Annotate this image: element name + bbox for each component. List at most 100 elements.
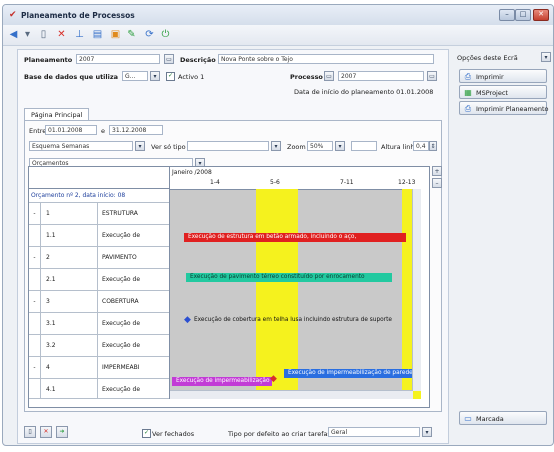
row-text: Execução de xyxy=(102,232,141,239)
esquema-dropdown[interactable]: ▾ xyxy=(135,141,145,151)
msproject-label: MSProject xyxy=(476,89,508,97)
processo-lookup-button[interactable]: ▭ xyxy=(324,71,334,81)
week-label: 5-6 xyxy=(270,179,280,186)
tools-icon[interactable]: ✎ xyxy=(125,28,138,41)
table-row[interactable]: 1.1 Execução de xyxy=(29,225,169,247)
activo-checkbox[interactable]: ✓ xyxy=(166,72,175,81)
ver-fechados-checkbox[interactable]: ✓ xyxy=(142,429,151,438)
dropdown-arrow-icon[interactable]: ▾ xyxy=(21,28,34,41)
gantt-bar[interactable]: Execução de pavimento térreo constituído… xyxy=(186,273,392,282)
chart-icon[interactable]: ⊥ xyxy=(73,28,86,41)
title-bar: ✔ Planeamento de Processos – □ ✕ xyxy=(3,5,553,25)
zoom-dropdown[interactable]: ▾ xyxy=(335,141,345,151)
altura-field[interactable]: 0,4 xyxy=(413,141,429,151)
window-title: Planeamento de Processos xyxy=(21,11,135,20)
tipo-defeito-label: Tipo por defeito ao criar tarefas: xyxy=(228,430,334,438)
zoom-select[interactable]: 50% xyxy=(307,141,333,151)
row-text: Execução de xyxy=(102,320,141,327)
base-dados-label: Base de dados que utiliza xyxy=(24,73,119,81)
confirm-row-icon[interactable]: ➜ xyxy=(56,426,68,438)
grid-add-button[interactable]: + xyxy=(432,166,442,176)
week-label: 1-4 xyxy=(210,179,220,186)
gantt-bar[interactable]: Execução de impermeabilização xyxy=(172,377,272,386)
delete-icon[interactable]: ✕ xyxy=(55,28,68,41)
processo-open-button[interactable]: ▭ xyxy=(427,71,437,81)
row-text: IMPERMEABI xyxy=(102,364,140,371)
folder-icon[interactable]: ▣ xyxy=(109,28,122,41)
table-row[interactable]: - 2 PAVIMENTO xyxy=(29,247,169,269)
zoom-stepper[interactable] xyxy=(351,141,377,151)
gantt-horizontal-scrollbar[interactable] xyxy=(170,390,413,399)
table-row[interactable]: - 1 ESTRUTURA xyxy=(29,203,169,225)
row-number: 1.1 xyxy=(40,225,98,246)
tipo-defeito-select[interactable]: Geral xyxy=(328,427,420,437)
refresh-icon[interactable]: ⟳ xyxy=(143,28,156,41)
base-dados-field[interactable]: G... xyxy=(122,71,148,81)
marcada-label: Marcada xyxy=(476,415,504,423)
ver-so-tipo-dropdown[interactable]: ▾ xyxy=(271,141,281,151)
table-row[interactable]: - 3 COBERTURA xyxy=(29,291,169,313)
row-text: Execução de xyxy=(102,386,141,393)
milestone-diamond-icon[interactable]: ◆ xyxy=(184,315,191,325)
new-row-icon[interactable]: ▯ xyxy=(24,426,36,438)
imprimir-planeamento-button[interactable]: ⎙ Imprimir Planeamento xyxy=(459,101,549,115)
gantt-chart[interactable]: Janeiro /2008 1-4 5-6 7-11 12-13 Execuçã… xyxy=(169,167,421,399)
table-row[interactable]: 4.1 Execução de xyxy=(29,379,169,399)
ver-so-tipo-label: Ver só tipo xyxy=(151,143,186,151)
planeamento-lookup-button[interactable]: ▭ xyxy=(164,54,174,64)
table-row[interactable]: 2.1 Execução de xyxy=(29,269,169,291)
imprimir-button[interactable]: ⎙ Imprimir xyxy=(459,69,547,83)
row-text: Execução de xyxy=(102,342,141,349)
descricao-field[interactable]: Nova Ponte sobre o Tejo xyxy=(218,54,434,64)
toolbar: ◀ ▾ ▯ ✕ ⊥ ▤ ▣ ✎ ⟳ ⏻ xyxy=(3,25,553,46)
delete-row-icon[interactable]: ✕ xyxy=(40,426,52,438)
milestone-diamond-icon[interactable]: ◆ xyxy=(270,374,277,384)
gantt-vertical-scrollbar[interactable] xyxy=(412,189,421,391)
main-panel: Planeamento 2007 ▭ Descrição Nova Ponte … xyxy=(17,49,449,444)
weekend-highlight xyxy=(256,189,298,399)
esquema-select[interactable]: Esquema Semanas xyxy=(29,141,133,151)
row-number: 2.1 xyxy=(40,269,98,290)
entre-to-field[interactable]: 31.12.2008 xyxy=(109,125,163,135)
project-icon: ▦ xyxy=(464,88,472,97)
planeamento-field[interactable]: 2007 xyxy=(76,54,160,64)
month-label: Janeiro /2008 xyxy=(172,169,212,176)
gantt-grid: Orçamento nº 2, data início: 08 - 1 ESTR… xyxy=(28,166,430,408)
base-dados-dropdown[interactable]: ▾ xyxy=(150,71,160,81)
table-icon[interactable]: ▤ xyxy=(91,28,104,41)
side-panel-dropdown[interactable]: ▾ xyxy=(541,52,551,62)
printer-icon: ⎙ xyxy=(464,104,472,113)
row-text: Execução de xyxy=(102,276,141,283)
row-number: 1 xyxy=(40,203,98,224)
entre-from-field[interactable]: 01.01.2008 xyxy=(45,125,97,135)
altura-stepper[interactable]: ⇕ xyxy=(429,141,437,151)
ver-so-tipo-select[interactable] xyxy=(187,141,269,151)
processo-field[interactable]: 2007 xyxy=(338,71,424,81)
minimize-button[interactable]: – xyxy=(499,9,515,21)
side-panel-title: Opções deste Ecrã xyxy=(457,54,518,62)
imprimir-planeamento-label: Imprimir Planeamento xyxy=(476,105,549,113)
close-button[interactable]: ✕ xyxy=(533,9,549,21)
exit-icon[interactable]: ⏻ xyxy=(159,28,172,41)
msproject-button[interactable]: ▦ MSProject xyxy=(459,85,547,99)
back-arrow-icon[interactable]: ◀ xyxy=(7,28,20,41)
gantt-bar[interactable]: Execução de impermeabilização de paredes xyxy=(284,369,421,378)
descricao-label: Descrição xyxy=(180,56,216,64)
row-number: 4 xyxy=(40,357,98,378)
ver-fechados-label: Ver fechados xyxy=(152,430,195,438)
grid-remove-button[interactable]: – xyxy=(432,178,442,188)
app-window: ✔ Planeamento de Processos – □ ✕ ◀ ▾ ▯ ✕… xyxy=(2,4,554,446)
table-row[interactable]: - 4 IMPERMEABI xyxy=(29,357,169,379)
row-number: 2 xyxy=(40,247,98,268)
printer-icon: ⎙ xyxy=(464,72,472,81)
data-inicio-text: Data de início do planeamento 01.01.2008 xyxy=(294,88,434,96)
maximize-button[interactable]: □ xyxy=(515,9,531,21)
table-row[interactable]: 3.2 Execução de xyxy=(29,335,169,357)
marcada-button[interactable]: ▭ Marcada xyxy=(459,411,547,425)
budget-header-row: Orçamento nº 2, data início: 08 xyxy=(29,189,169,203)
gantt-bar[interactable]: Execução de estrutura em betão armado, i… xyxy=(184,233,406,242)
tipo-defeito-dropdown[interactable]: ▾ xyxy=(422,427,432,437)
side-panel: Opções deste Ecrã ▾ ⎙ Imprimir ▦ MSProje… xyxy=(451,49,553,442)
new-document-icon[interactable]: ▯ xyxy=(37,28,50,41)
table-row[interactable]: 3.1 Execução de xyxy=(29,313,169,335)
